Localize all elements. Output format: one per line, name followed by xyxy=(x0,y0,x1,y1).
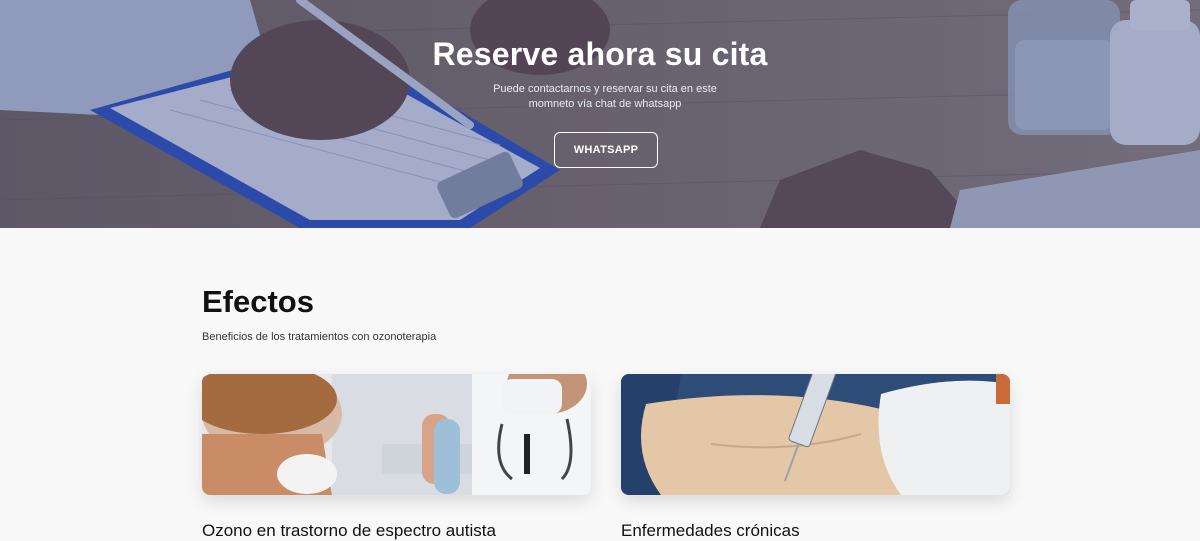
hero-banner: Reserve ahora su cita Puede contactarnos… xyxy=(0,0,1200,228)
whatsapp-button[interactable]: WHATSAPP xyxy=(554,132,658,168)
syringe-photo xyxy=(621,374,1010,495)
card-title[interactable]: Ozono en trastorno de espectro autista xyxy=(202,521,591,541)
section-subtitle: Beneficios de los tratamientos con ozono… xyxy=(202,331,437,343)
card-image-syringe[interactable] xyxy=(621,374,1010,495)
card-image-child-doctor[interactable] xyxy=(202,374,591,495)
hero-title: Reserve ahora su cita xyxy=(432,36,768,72)
child-doctor-photo xyxy=(202,374,591,495)
card-chronic[interactable]: Enfermedades crónicas xyxy=(621,374,1010,541)
card-title[interactable]: Enfermedades crónicas xyxy=(621,521,1010,541)
hero-overlay xyxy=(0,0,1200,228)
effects-section: Efectos Beneficios de los tratamientos c… xyxy=(0,228,1200,540)
hero-subtitle: Puede contactarnos y reservar su cita en… xyxy=(493,83,717,110)
card-autism[interactable]: Ozono en trastorno de espectro autista xyxy=(202,374,591,541)
section-title: Efectos xyxy=(202,284,314,319)
